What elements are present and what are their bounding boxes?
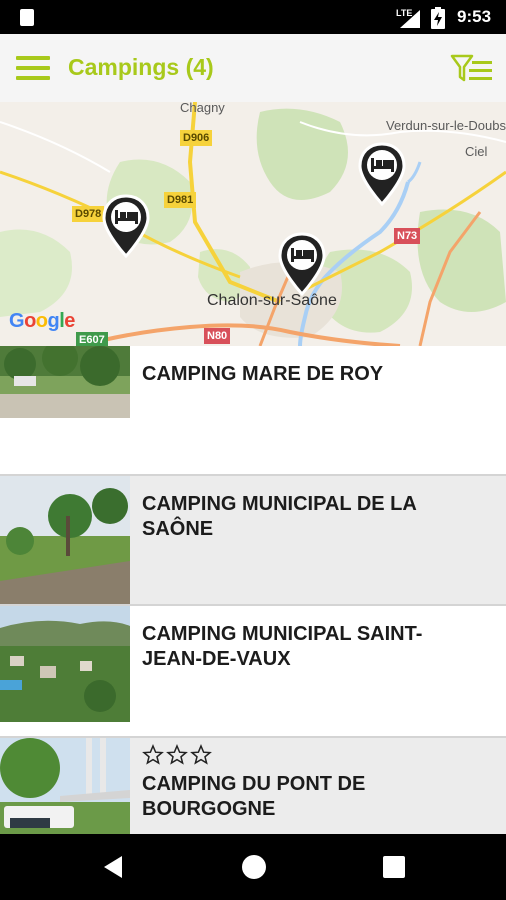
home-icon[interactable] (240, 853, 268, 881)
camping-list-item[interactable]: CAMPING MARE DE ROY (0, 346, 506, 474)
camping-name: CAMPING MUNICIPAL DE LA SAÔNE (142, 493, 417, 540)
map-label-ciel: Ciel (465, 144, 488, 159)
google-logo: Google (9, 310, 75, 332)
camping-name: CAMPING MUNICIPAL SAINT-JEAN-DE-VAUX (142, 623, 423, 670)
camping-pin-marker[interactable] (358, 142, 406, 206)
camping-list: CAMPING MARE DE ROY CAMPING MUNICIPAL DE… (0, 346, 506, 834)
app-bar: Campings (4) (0, 34, 506, 102)
map-label-chagny: Chagny (180, 102, 225, 115)
camping-list-item[interactable]: CAMPING MUNICIPAL SAINT-JEAN-DE-VAUX (0, 606, 506, 734)
road-badge-d906: D906 (180, 130, 213, 146)
signal-icon (400, 10, 420, 28)
camping-pin-marker[interactable] (278, 232, 326, 296)
map-label-verdun: Verdun-sur-le-Doubs (386, 118, 506, 133)
star-rating (142, 744, 212, 765)
camping-list-item[interactable]: CAMPING DU PONT DE BOURGOGNE (0, 738, 506, 834)
camping-thumbnail (0, 346, 130, 418)
road-badge-n73: N73 (394, 228, 421, 244)
filter-list-icon[interactable] (450, 50, 494, 86)
battery-charging-icon (431, 7, 445, 29)
map-view[interactable]: Chagny Verdun-sur-le-Doubs Ciel Chalon-s… (0, 102, 506, 346)
navigation-bar (0, 834, 506, 900)
page-title: Campings (4) (68, 54, 214, 80)
camping-name: CAMPING MARE DE ROY (142, 363, 384, 385)
road-badge-d981: D981 (164, 192, 197, 208)
road-badge-d978: D978 (72, 206, 105, 222)
camping-thumbnail (0, 738, 130, 834)
back-icon[interactable] (100, 853, 128, 881)
camping-name: CAMPING DU PONT DE BOURGOGNE (142, 773, 366, 820)
camping-pin-marker[interactable] (102, 194, 150, 258)
recents-icon[interactable] (380, 853, 408, 881)
sd-card-icon (20, 9, 34, 26)
clock: 9:53 (457, 7, 492, 26)
camping-list-item[interactable]: CAMPING MUNICIPAL DE LA SAÔNE (0, 476, 506, 604)
camping-thumbnail (0, 476, 130, 604)
menu-icon[interactable] (16, 54, 52, 82)
camping-thumbnail (0, 606, 130, 722)
road-badge-n80: N80 (204, 328, 231, 344)
status-bar: LTE 9:53 (0, 0, 506, 34)
road-badge-e607: E607 (76, 332, 108, 346)
